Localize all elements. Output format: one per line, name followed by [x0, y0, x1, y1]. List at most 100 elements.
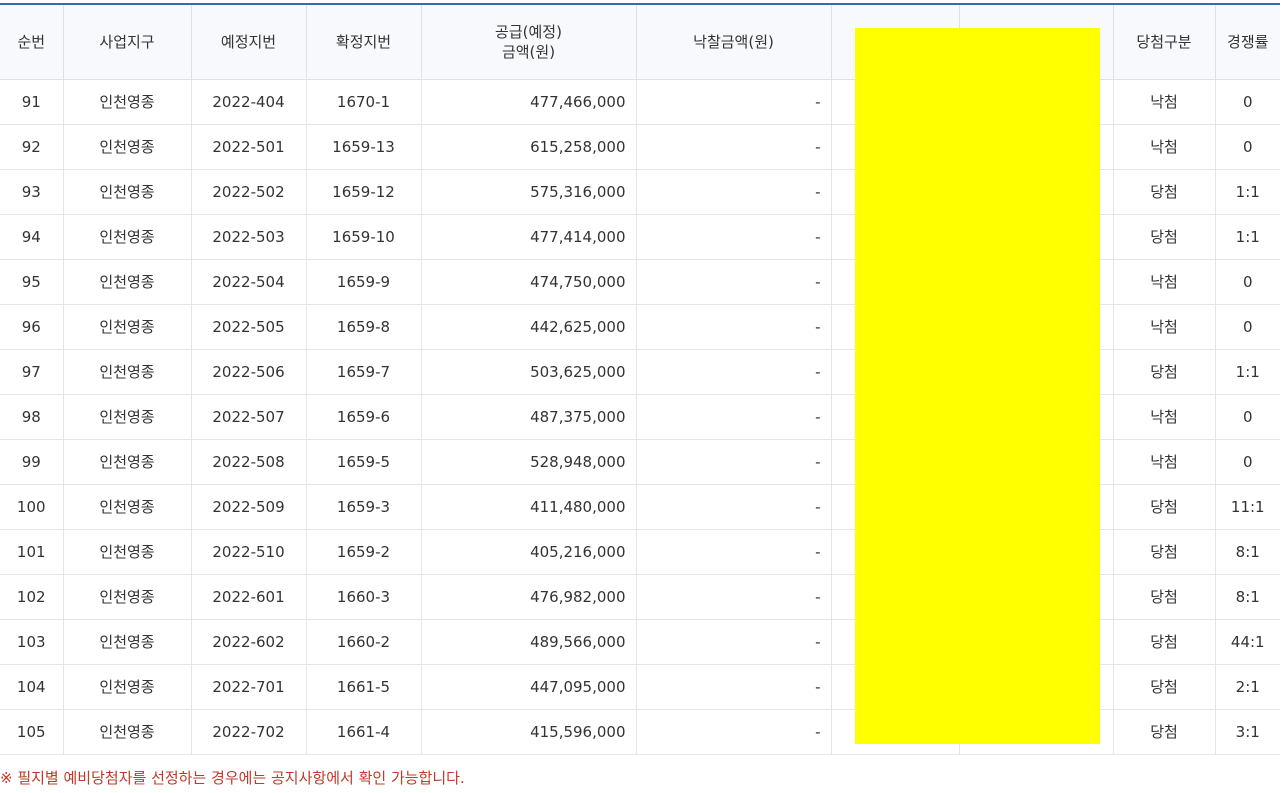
- cell-bid-amount: -: [635, 394, 831, 440]
- header-district: 사업지구: [62, 3, 191, 80]
- cell-bid-amount: -: [635, 709, 831, 755]
- cell-ratio: 1:1: [1214, 169, 1280, 215]
- cell-ratio: 3:1: [1214, 709, 1280, 755]
- cell-result: 당첨: [1112, 529, 1215, 575]
- cell-ratio: 8:1: [1214, 529, 1280, 575]
- cell-bid-amount: -: [635, 529, 831, 575]
- cell-supply-amount: 489,566,000: [420, 619, 636, 665]
- cell-bid-amount: -: [635, 304, 831, 350]
- cell-district: 인천영종: [62, 214, 191, 260]
- cell-district: 인천영종: [62, 574, 191, 620]
- cell-confirmed-lot: 1670-1: [305, 79, 421, 125]
- cell-confirmed-lot: 1659-12: [305, 169, 421, 215]
- cell-confirmed-lot: 1659-13: [305, 124, 421, 170]
- cell-planned-lot: 2022-504: [190, 259, 306, 305]
- cell-ratio: 1:1: [1214, 214, 1280, 260]
- cell-planned-lot: 2022-602: [190, 619, 306, 665]
- cell-bid-amount: -: [635, 664, 831, 710]
- header-confirmed-lot: 확정지번: [305, 3, 421, 80]
- cell-confirmed-lot: 1661-4: [305, 709, 421, 755]
- cell-supply-amount: 477,414,000: [420, 214, 636, 260]
- cell-planned-lot: 2022-501: [190, 124, 306, 170]
- cell-ratio: 44:1: [1214, 619, 1280, 665]
- cell-district: 인천영종: [62, 259, 191, 305]
- cell-planned-lot: 2022-507: [190, 394, 306, 440]
- cell-confirmed-lot: 1659-10: [305, 214, 421, 260]
- cell-bid-amount: -: [635, 349, 831, 395]
- cell-confirmed-lot: 1659-7: [305, 349, 421, 395]
- cell-confirmed-lot: 1660-3: [305, 574, 421, 620]
- cell-seq: 100: [0, 484, 63, 530]
- cell-bid-amount: -: [635, 259, 831, 305]
- cell-result: 당첨: [1112, 574, 1215, 620]
- cell-ratio: 0: [1214, 304, 1280, 350]
- cell-ratio: 0: [1214, 439, 1280, 485]
- cell-ratio: 0: [1214, 259, 1280, 305]
- cell-ratio: 8:1: [1214, 574, 1280, 620]
- cell-ratio: 11:1: [1214, 484, 1280, 530]
- cell-planned-lot: 2022-701: [190, 664, 306, 710]
- cell-district: 인천영종: [62, 439, 191, 485]
- cell-result: 당첨: [1112, 709, 1215, 755]
- header-supply-line1: 공급(예정): [495, 22, 562, 41]
- cell-result: 당첨: [1112, 664, 1215, 710]
- cell-district: 인천영종: [62, 349, 191, 395]
- cell-planned-lot: 2022-508: [190, 439, 306, 485]
- cell-confirmed-lot: 1661-5: [305, 664, 421, 710]
- redaction-block: [855, 28, 1100, 744]
- cell-confirmed-lot: 1659-2: [305, 529, 421, 575]
- cell-seq: 91: [0, 79, 63, 125]
- header-planned-lot: 예정지번: [190, 3, 306, 80]
- cell-result: 당첨: [1112, 619, 1215, 665]
- cell-seq: 102: [0, 574, 63, 620]
- cell-result: 낙첨: [1112, 394, 1215, 440]
- cell-supply-amount: 477,466,000: [420, 79, 636, 125]
- notice-text: ※ 필지별 예비당첨자를 선정하는 경우에는 공지사항에서 확인 가능합니다.: [0, 769, 465, 787]
- cell-bid-amount: -: [635, 214, 831, 260]
- cell-seq: 97: [0, 349, 63, 395]
- cell-supply-amount: 415,596,000: [420, 709, 636, 755]
- cell-seq: 103: [0, 619, 63, 665]
- cell-result: 당첨: [1112, 169, 1215, 215]
- cell-bid-amount: -: [635, 79, 831, 125]
- cell-planned-lot: 2022-601: [190, 574, 306, 620]
- cell-bid-amount: -: [635, 619, 831, 665]
- cell-confirmed-lot: 1659-5: [305, 439, 421, 485]
- cell-district: 인천영종: [62, 484, 191, 530]
- cell-seq: 94: [0, 214, 63, 260]
- cell-result: 낙첨: [1112, 79, 1215, 125]
- cell-district: 인천영종: [62, 79, 191, 125]
- cell-bid-amount: -: [635, 574, 831, 620]
- cell-seq: 98: [0, 394, 63, 440]
- cell-confirmed-lot: 1659-9: [305, 259, 421, 305]
- cell-supply-amount: 442,625,000: [420, 304, 636, 350]
- cell-result: 낙첨: [1112, 124, 1215, 170]
- cell-seq: 92: [0, 124, 63, 170]
- cell-confirmed-lot: 1659-3: [305, 484, 421, 530]
- cell-district: 인천영종: [62, 709, 191, 755]
- header-supply-amount: 공급(예정) 금액(원): [420, 3, 636, 80]
- cell-result: 낙첨: [1112, 439, 1215, 485]
- cell-result: 당첨: [1112, 484, 1215, 530]
- cell-supply-amount: 447,095,000: [420, 664, 636, 710]
- cell-supply-amount: 476,982,000: [420, 574, 636, 620]
- cell-confirmed-lot: 1660-2: [305, 619, 421, 665]
- cell-supply-amount: 503,625,000: [420, 349, 636, 395]
- cell-district: 인천영종: [62, 619, 191, 665]
- header-result: 당첨구분: [1112, 3, 1215, 80]
- cell-supply-amount: 474,750,000: [420, 259, 636, 305]
- cell-supply-amount: 405,216,000: [420, 529, 636, 575]
- cell-ratio: 0: [1214, 79, 1280, 125]
- cell-planned-lot: 2022-506: [190, 349, 306, 395]
- cell-confirmed-lot: 1659-6: [305, 394, 421, 440]
- header-ratio: 경쟁률: [1214, 3, 1280, 80]
- header-bid-amount: 낙찰금액(원): [635, 3, 831, 80]
- cell-bid-amount: -: [635, 439, 831, 485]
- cell-planned-lot: 2022-702: [190, 709, 306, 755]
- cell-supply-amount: 487,375,000: [420, 394, 636, 440]
- cell-bid-amount: -: [635, 169, 831, 215]
- cell-bid-amount: -: [635, 124, 831, 170]
- header-seq: 순번: [0, 3, 63, 80]
- cell-planned-lot: 2022-502: [190, 169, 306, 215]
- cell-planned-lot: 2022-503: [190, 214, 306, 260]
